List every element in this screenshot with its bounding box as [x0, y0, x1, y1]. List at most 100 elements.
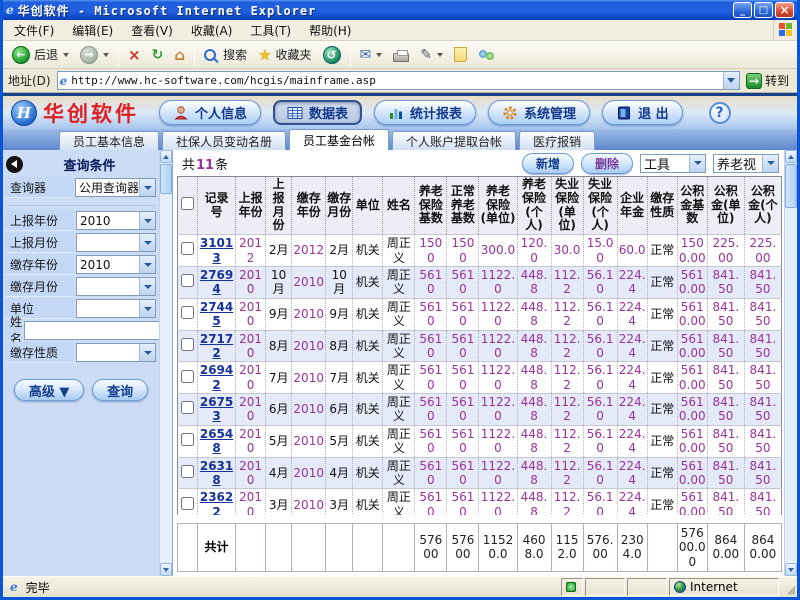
tab-0[interactable]: 员工基本信息 — [59, 131, 159, 150]
record-link[interactable]: 26318 — [200, 459, 233, 487]
help-button[interactable]: ? — [709, 102, 731, 124]
chevron-down-icon[interactable] — [139, 234, 155, 251]
menu-item[interactable]: 帮助(H) — [300, 20, 360, 41]
scroll-down-icon[interactable] — [160, 563, 172, 576]
chevron-down-icon[interactable] — [139, 256, 155, 273]
scroll-thumb[interactable] — [785, 164, 797, 208]
back-dropdown-icon[interactable] — [63, 53, 69, 57]
row-checkbox[interactable] — [181, 433, 194, 446]
zone-text: Internet — [690, 580, 738, 594]
scroll-down-icon[interactable] — [785, 563, 797, 576]
field-select[interactable]: 公用查询器 — [75, 178, 156, 197]
nav-exit[interactable]: 退 出 — [602, 100, 683, 125]
advanced-button[interactable]: 高级 ▼ — [14, 379, 85, 401]
row-checkbox[interactable] — [181, 306, 194, 319]
address-dropdown[interactable] — [723, 72, 739, 89]
scroll-up-icon[interactable] — [785, 150, 797, 163]
cell: 2012 — [236, 235, 266, 267]
record-link[interactable]: 27694 — [200, 268, 233, 296]
row-checkbox[interactable] — [181, 465, 194, 478]
go-button[interactable]: → 转到 — [744, 71, 794, 90]
chevron-down-icon[interactable] — [139, 344, 155, 361]
table-scrollbar[interactable] — [784, 150, 797, 576]
scroll-thumb[interactable] — [160, 164, 172, 194]
chevron-down-icon[interactable] — [139, 212, 155, 229]
notes-button[interactable] — [449, 45, 472, 64]
record-link[interactable]: 27445 — [200, 300, 233, 328]
field-select[interactable] — [76, 277, 156, 296]
field-select[interactable]: 2010 — [76, 211, 156, 230]
favorites-button[interactable]: ★ 收藏夹 — [253, 44, 316, 66]
delete-button[interactable]: 删除 — [581, 153, 633, 174]
sidebar-scrollbar[interactable] — [159, 150, 172, 576]
row-checkbox[interactable] — [181, 338, 194, 351]
tool-select[interactable]: 工具 — [640, 154, 706, 173]
cell: 26942 — [198, 362, 236, 394]
row-checkbox[interactable] — [181, 242, 194, 255]
menu-item[interactable]: 工具(T) — [241, 20, 300, 41]
record-link[interactable]: 31013 — [200, 236, 233, 264]
close-button[interactable]: × — [775, 2, 794, 18]
chevron-down-icon[interactable] — [139, 179, 155, 196]
stop-button[interactable]: × — [123, 44, 146, 66]
nav-gear[interactable]: 系统管理 — [488, 100, 590, 125]
add-button[interactable]: 新增 — [522, 153, 574, 174]
home-button[interactable]: ⌂ — [169, 44, 190, 66]
field-select[interactable] — [76, 299, 156, 318]
collapse-panel-button[interactable] — [6, 156, 23, 173]
chevron-down-icon[interactable] — [762, 155, 778, 172]
refresh-button[interactable]: ↻ — [147, 45, 169, 65]
menu-item[interactable]: 文件(F) — [5, 20, 63, 41]
tab-2[interactable]: 员工基金台帐 — [289, 129, 389, 150]
print-button[interactable] — [388, 46, 414, 64]
chevron-down-icon[interactable] — [139, 278, 155, 295]
messenger-button[interactable] — [473, 45, 500, 65]
chevron-down-icon[interactable] — [139, 300, 155, 317]
field-select[interactable] — [76, 233, 156, 252]
record-link[interactable]: 23622 — [200, 490, 233, 514]
history-button[interactable]: ↺ — [318, 44, 346, 66]
resize-grip[interactable]: ◢ — [781, 578, 795, 596]
table-row: 2654820105月20105月机关周正义561056101122.0448.… — [178, 425, 782, 457]
search-button[interactable]: 搜索 — [199, 44, 252, 65]
row-checkbox[interactable] — [181, 401, 194, 414]
field-select[interactable] — [76, 343, 156, 362]
record-link[interactable]: 26548 — [200, 427, 233, 455]
scroll-up-icon[interactable] — [160, 150, 172, 163]
edit-dropdown-icon[interactable] — [437, 53, 443, 57]
maximize-button[interactable]: □ — [754, 2, 773, 18]
chevron-down-icon[interactable] — [689, 155, 705, 172]
nav-chart[interactable]: 统计报表 — [374, 100, 476, 125]
row-checkbox[interactable] — [181, 497, 194, 510]
edit-button[interactable]: ✎ — [415, 45, 448, 65]
nav-table[interactable]: 数据表 — [273, 100, 362, 125]
forward-dropdown-icon[interactable] — [103, 53, 109, 57]
nav-person[interactable]: 个人信息 — [159, 100, 261, 125]
tab-1[interactable]: 社保人员变动名册 — [162, 131, 286, 150]
row-checkbox[interactable] — [181, 370, 194, 383]
mail-button[interactable]: ✉ — [355, 45, 388, 65]
tab-strip: 员工基本信息社保人员变动名册员工基金台帐个人账户提取台帐医疗报销 — [3, 129, 797, 150]
view-select[interactable]: 养老视 — [713, 154, 779, 173]
menu-item[interactable]: 查看(V) — [122, 20, 182, 41]
tab-4[interactable]: 医疗报销 — [519, 131, 595, 150]
back-button[interactable]: ← 后退 — [7, 44, 74, 66]
select-all-checkbox[interactable] — [181, 197, 194, 210]
record-link[interactable]: 26753 — [200, 395, 233, 423]
query-button[interactable]: 查询 — [92, 379, 148, 401]
field-select[interactable]: 2010 — [76, 255, 156, 274]
address-url[interactable]: http://www.hc-software.com/hcgis/mainfra… — [71, 74, 723, 87]
menu-item[interactable]: 收藏(A) — [182, 20, 242, 41]
column-header: 养老保险(个人) — [517, 177, 551, 235]
cell: 2010 — [292, 394, 326, 426]
address-input[interactable]: e http://www.hc-software.com/hcgis/mainf… — [57, 71, 740, 90]
menu-item[interactable]: 编辑(E) — [63, 20, 122, 41]
name-input[interactable] — [24, 321, 159, 340]
row-checkbox[interactable] — [181, 274, 194, 287]
mail-dropdown-icon[interactable] — [376, 53, 382, 57]
minimize-button[interactable]: _ — [733, 2, 752, 18]
forward-button[interactable]: → — [75, 44, 114, 66]
record-link[interactable]: 26942 — [200, 363, 233, 391]
tab-3[interactable]: 个人账户提取台帐 — [392, 131, 516, 150]
record-link[interactable]: 27172 — [200, 332, 233, 360]
